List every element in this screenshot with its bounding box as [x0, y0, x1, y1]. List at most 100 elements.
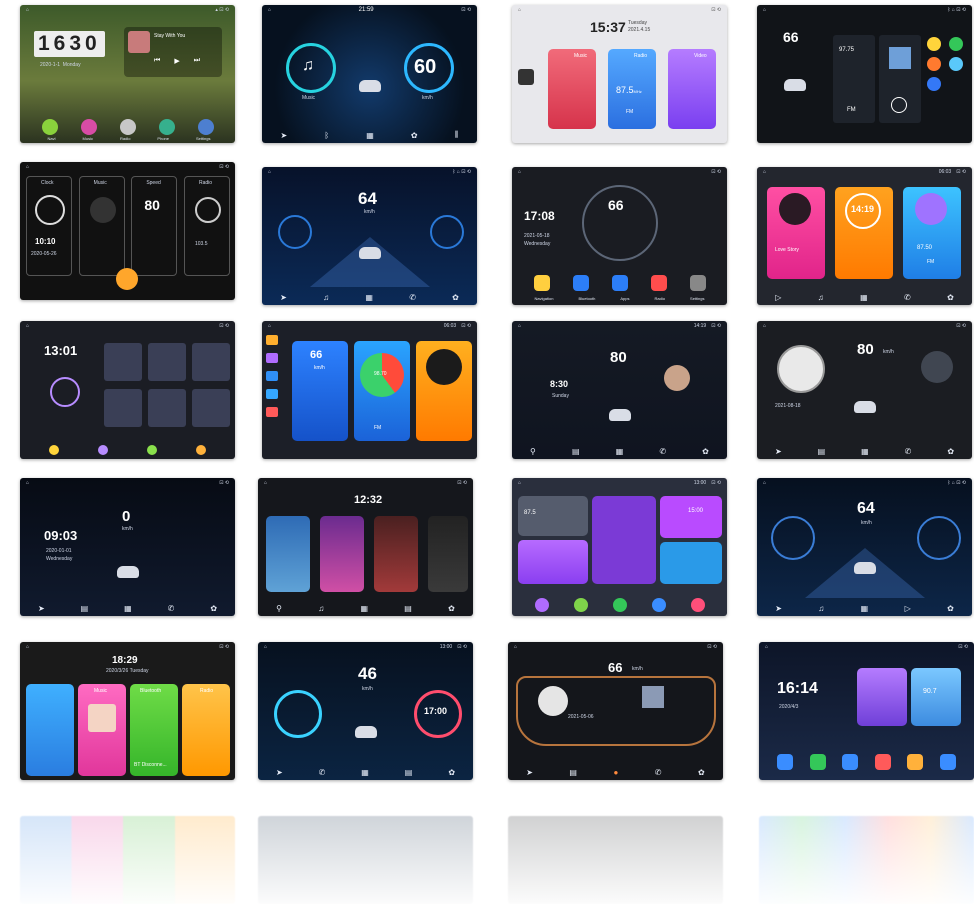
radio-card[interactable]: 98.70 FM	[354, 341, 410, 441]
radio-icon[interactable]	[119, 119, 136, 135]
radio-icon[interactable]	[777, 754, 794, 770]
apps-icon[interactable]	[573, 598, 588, 612]
phone-icon[interactable]	[612, 598, 627, 612]
theme-tile-14[interactable]: ⌂ ⊡ ⟲ 12:32 ⚲ ♫ ▦ ▤ ✿	[258, 478, 473, 616]
apps-grid-icon[interactable]	[518, 69, 534, 85]
theme-tile-7[interactable]: ⌂ ⊡ ⟲ 17:08 2021-05-18 Wednesday 66 Navig…	[512, 167, 727, 305]
music-card[interactable]: Music	[78, 684, 126, 776]
apps-icon[interactable]: ▦	[861, 604, 869, 613]
music-icon[interactable]: ♫	[818, 604, 824, 613]
shortcut-icon[interactable]	[49, 445, 60, 455]
music-icon[interactable]: ♫	[318, 604, 324, 613]
settings-icon[interactable]: ✿	[452, 293, 459, 302]
radio-app[interactable]	[148, 389, 186, 427]
settings-icon[interactable]: ✿	[947, 604, 954, 613]
radio-card[interactable]: Radio 103.5	[183, 176, 230, 276]
theme-tile-16[interactable]: ⌂ ᛒ ⌂ ⊡ ⟲ 64 km/h ➤ ♫ ▦ ▷ ✿	[757, 478, 972, 616]
video-icon[interactable]	[907, 754, 924, 770]
shortcut-icon[interactable]	[98, 445, 109, 455]
navi-icon[interactable]	[41, 119, 58, 135]
apps-icon[interactable]: ▦	[861, 447, 869, 456]
video-card[interactable]: Video	[668, 49, 716, 129]
radio-icon[interactable]: ▤	[405, 768, 413, 777]
radio-icon[interactable]	[927, 57, 941, 71]
radio-card[interactable]: Radio 87.5MHz FM	[608, 49, 656, 129]
music-card[interactable]	[416, 341, 472, 441]
phone-icon[interactable]: ✆	[904, 293, 911, 302]
navigation-icon[interactable]: ⚲	[530, 447, 536, 456]
settings-icon[interactable]: ✿	[947, 293, 954, 302]
phone-icon[interactable]	[949, 37, 963, 51]
music-panel[interactable]	[879, 35, 921, 123]
bluetooth-card[interactable]	[428, 516, 468, 592]
theme-tile-15[interactable]: ⌂ 13:00 ⊡ ⟲ 87.5 15:00	[512, 478, 727, 616]
home-icon[interactable]: ⌂	[26, 7, 29, 13]
settings-icon[interactable]	[939, 754, 956, 770]
previous-icon[interactable]: ⏮	[154, 57, 160, 65]
theme-tile-4[interactable]: ⌂ ᛒ ⌂ ⊡ ⟲ 66 97.75 FM	[757, 5, 972, 143]
theme-tile-19[interactable]: ⌂ ⊡ ⟲ 66 km/h 2021-05-06 ➤ ▤ ● ✆ ✿	[508, 642, 723, 780]
theme-tile-3[interactable]: ⌂ ⊡ ⟲ 15:37 Tuesday 2021.4.15 Music Radio…	[512, 5, 727, 143]
apps-icon[interactable]: ●	[613, 768, 618, 777]
settings-icon[interactable]: ✿	[411, 131, 418, 140]
navigation-app[interactable]	[104, 343, 142, 381]
radio-icon[interactable]: ▤	[572, 447, 580, 456]
theme-tile-9[interactable]: ⌂ ⊡ ⟲ 13:01	[20, 321, 235, 459]
theme-tile-13[interactable]: ⌂ ⊡ ⟲ 09:03 2020-01-01 Wednesday 0 km/h ➤…	[20, 478, 235, 616]
settings-icon[interactable]: ✿	[448, 768, 455, 777]
navigation-icon[interactable]	[927, 37, 941, 51]
navigation-icon[interactable]: ➤	[775, 447, 782, 456]
phone-icon[interactable]: ✆	[905, 447, 912, 456]
radio-panel[interactable]: 97.75 FM	[833, 35, 875, 123]
bluetooth-icon[interactable]: ᛒ	[324, 131, 329, 140]
theme-tile-18[interactable]: ⌂ 13:00 ⊡ ⟲ 46 km/h 17:00 ➤ ✆ ▦ ▤ ✿	[258, 642, 473, 780]
radio-icon[interactable]: ▤	[569, 768, 577, 777]
radio-card[interactable]: 87.5	[518, 496, 588, 536]
album-art[interactable]	[642, 686, 664, 708]
phone-icon[interactable]	[266, 371, 278, 381]
theme-tile-5[interactable]: ⌂ ⊡ ⟲ Clock 10:10 2020-05-26 Music Speed …	[20, 162, 235, 300]
apps-button[interactable]	[116, 268, 138, 290]
navigation-icon[interactable]: ⚲	[276, 604, 282, 613]
settings-icon[interactable]	[927, 77, 941, 91]
music-card[interactable]: Music	[548, 49, 596, 129]
music-card[interactable]	[320, 516, 364, 592]
navigation-icon[interactable]	[533, 275, 550, 291]
phone-icon[interactable]: ✆	[168, 604, 175, 613]
video-icon[interactable]: ▷	[775, 293, 781, 302]
apps-icon[interactable]	[611, 275, 628, 291]
music-card[interactable]: Music	[78, 176, 125, 276]
apps-icon[interactable]: ▦	[365, 293, 373, 302]
music-icon[interactable]: ♫	[323, 293, 329, 302]
music-icon[interactable]: ♫	[818, 293, 824, 302]
clock-card[interactable]: Clock 10:10 2020-05-26	[26, 176, 72, 276]
apps-icon[interactable]: ▦	[860, 293, 868, 302]
theme-tile-11[interactable]: ⌂ 14:19 ⊡ ⟲ 80 8:30 Sunday ⚲ ▤ ▦ ✆ ✿	[512, 321, 727, 459]
settings-icon[interactable]: ✿	[210, 604, 217, 613]
radio-icon[interactable]	[650, 275, 667, 291]
music-widget[interactable]	[921, 351, 953, 383]
music-icon[interactable]	[80, 119, 97, 135]
navigation-card[interactable]	[266, 516, 310, 592]
settings-icon[interactable]	[197, 119, 214, 135]
music-card[interactable]	[857, 668, 907, 726]
theme-tile-20[interactable]: ⌂ ⊡ ⟲ 16:14 2020/4/3 90.7	[759, 642, 974, 780]
navigation-icon[interactable]: ➤	[775, 604, 782, 613]
play-icon[interactable]: ▶	[174, 57, 179, 65]
settings-icon[interactable]	[689, 275, 706, 291]
navigation-icon[interactable]: ➤	[276, 768, 283, 777]
radio-card[interactable]: 87.50 FM	[903, 187, 961, 279]
music-app[interactable]	[192, 343, 230, 381]
radio-icon[interactable]: ▤	[818, 447, 826, 456]
music-card[interactable]: Love Story	[767, 187, 825, 279]
equalizer-icon[interactable]: ⫼	[455, 130, 459, 140]
settings-icon[interactable]: ✿	[698, 768, 705, 777]
settings-icon[interactable]: ✿	[947, 447, 954, 456]
phone-icon[interactable]: ✆	[655, 768, 662, 777]
navigation-icon[interactable]: ➤	[281, 131, 288, 140]
apps-icon[interactable]: ▦	[360, 604, 368, 613]
music-icon[interactable]	[874, 754, 891, 770]
radio-card[interactable]: 90.7	[911, 668, 961, 726]
settings-icon[interactable]	[266, 389, 278, 399]
apps-icon[interactable]	[842, 754, 859, 770]
